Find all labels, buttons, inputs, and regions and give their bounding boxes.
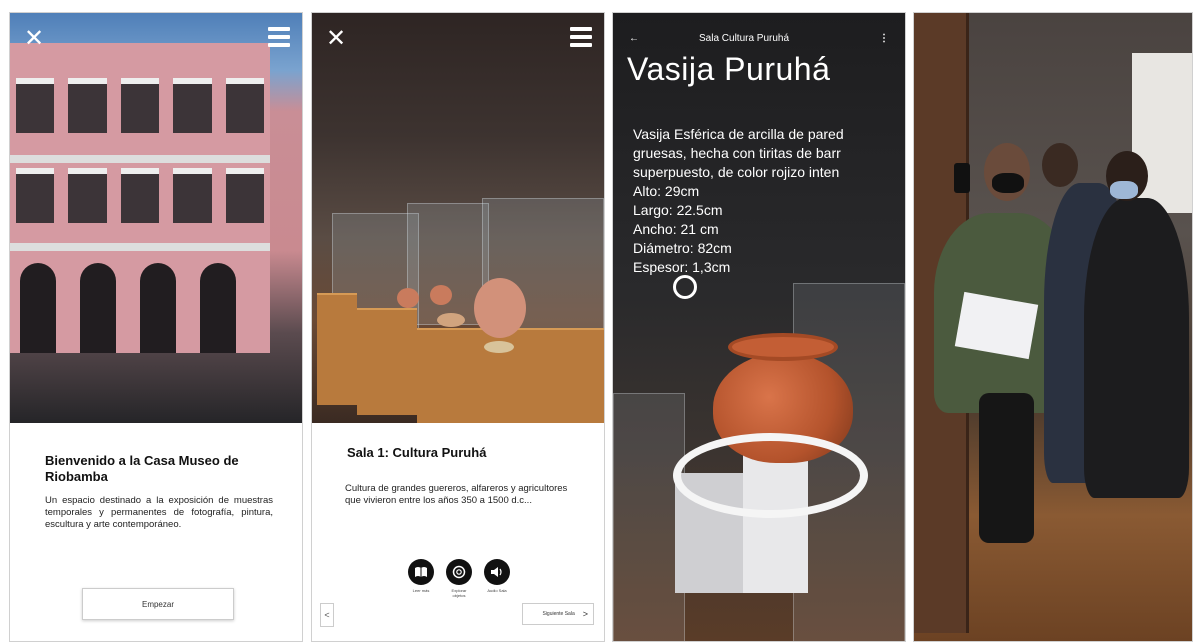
room-screen: ✕ Sala 1: Cultura Puruhá Cultura de gran… <box>311 12 605 642</box>
visitors-photo <box>913 12 1193 642</box>
welcome-card: Bienvenido a la Casa Museo de Riobamba U… <box>10 423 302 641</box>
building <box>10 43 270 353</box>
object-title: Vasija Puruhá <box>627 51 831 87</box>
welcome-title: Bienvenido a la Casa Museo de Riobamba <box>45 453 239 484</box>
room-title: Sala 1: Cultura Puruhá <box>347 445 487 460</box>
vase-rim <box>728 333 838 361</box>
ar-header-title: Sala Cultura Puruhá <box>699 33 790 44</box>
visitor-dark-jacket <box>1084 198 1189 498</box>
room-actions: Leer más Explorar objetos Audio Sala <box>407 559 511 598</box>
object-height: Alto: 29cm <box>633 183 700 199</box>
welcome-description: Un espacio destinado a la exposición de … <box>45 495 273 530</box>
object-text-line: gruesas, hecha con tiritas de barr <box>633 145 841 161</box>
book-icon <box>408 559 434 585</box>
chevron-right-icon: > <box>582 609 588 619</box>
read-more-button[interactable]: Leer más <box>407 559 435 598</box>
audio-icon <box>484 559 510 585</box>
exhibit-room-photo <box>312 13 604 425</box>
ar-header: ← Sala Cultura Puruhá ⋮ <box>613 33 905 53</box>
next-room-button[interactable]: Siguiente Sala > <box>522 603 594 625</box>
object-text-line: superpuesto, de color rojizo inten <box>633 164 840 180</box>
menu-icon[interactable] <box>268 27 290 51</box>
start-button[interactable]: Empezar <box>82 588 234 620</box>
welcome-screen: ✕ Bienvenido a la Casa Museo de Riobamba… <box>9 12 303 642</box>
ar-object-icon <box>446 559 472 585</box>
audio-room-label: Audio Sala <box>487 588 507 593</box>
ar-reticle-icon <box>673 275 697 299</box>
object-width: Ancho: 21 cm <box>633 221 719 237</box>
close-icon[interactable]: ✕ <box>326 27 346 51</box>
museum-facade-photo <box>10 13 302 423</box>
previous-room-button[interactable]: < <box>320 603 334 627</box>
object-length: Largo: 22.5cm <box>633 202 723 218</box>
menu-icon[interactable] <box>570 27 592 51</box>
back-arrow-icon[interactable]: ← <box>629 33 639 44</box>
audio-room-button[interactable]: Audio Sala <box>483 559 511 598</box>
object-thickness: Espesor: 1,3cm <box>633 259 731 275</box>
rotation-ring[interactable] <box>673 433 868 518</box>
room-card: Sala 1: Cultura Puruhá Cultura de grande… <box>312 423 604 641</box>
phone <box>954 163 970 193</box>
room-description: Cultura de grandes guereros, alfareros y… <box>345 483 568 506</box>
ar-view-screen: ← Sala Cultura Puruhá ⋮ Vasija Puruhá Va… <box>612 12 906 642</box>
close-icon[interactable]: ✕ <box>24 27 44 51</box>
object-diameter: Diámetro: 82cm <box>633 240 732 256</box>
explore-objects-label: Explorar objetos <box>451 588 467 598</box>
read-more-label: Leer más <box>412 588 430 593</box>
more-options-icon[interactable]: ⋮ <box>879 33 889 44</box>
object-description: Vasija Esférica de arcilla de pared grue… <box>633 125 905 277</box>
explore-objects-button[interactable]: Explorar objetos <box>445 559 473 598</box>
next-room-label: Siguiente Sala <box>542 611 575 617</box>
object-text-line: Vasija Esférica de arcilla de pared <box>633 126 844 142</box>
